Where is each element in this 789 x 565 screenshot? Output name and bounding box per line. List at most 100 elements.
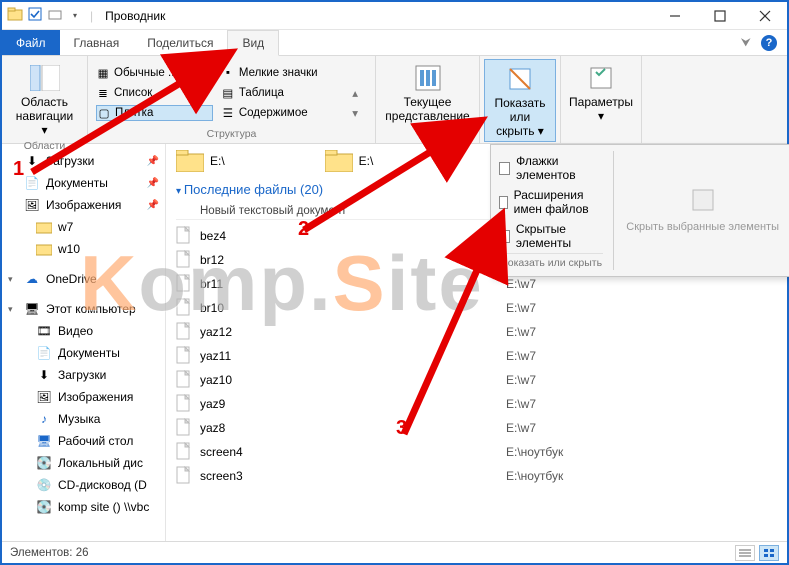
downloads-icon: ⬇ (36, 367, 52, 383)
col-name: Новый текстовый документ (200, 205, 346, 217)
table-row[interactable]: yaz10E:\w7 (176, 368, 787, 392)
folder-icon (176, 150, 204, 172)
nav-documents2[interactable]: 📄Документы (2, 342, 165, 364)
view-icons-button[interactable] (759, 545, 779, 561)
layout-table[interactable]: ▤Таблица (221, 86, 336, 100)
cd-icon: 💿 (36, 477, 52, 493)
file-icon (176, 250, 192, 270)
table-row[interactable]: yaz9E:\w7 (176, 392, 787, 416)
tab-home[interactable]: Главная (60, 30, 134, 55)
navigation-pane-button[interactable]: Область навигации ▾ (6, 59, 83, 140)
options-label: Параметры ▾ (569, 96, 633, 124)
minimize-button[interactable] (652, 2, 697, 30)
nav-documents[interactable]: 📄Документы📌 (2, 172, 165, 194)
video-icon: 🎞 (36, 323, 52, 339)
nav-this-pc[interactable]: 🖥Этот компьютер (2, 298, 165, 320)
checkbox-item-hidden[interactable]: Скрытые элементы (499, 219, 603, 253)
table-row[interactable]: br10E:\w7 (176, 296, 787, 320)
list-icon: ≣ (96, 86, 110, 100)
show-hide-icon (504, 63, 536, 95)
nav-pictures[interactable]: 🖼Изображения📌 (2, 194, 165, 216)
checkbox-item-extensions[interactable]: Расширения имен файлов (499, 185, 603, 219)
nav-downloads[interactable]: ⬇Загрузки📌 (2, 150, 165, 172)
layout-normal[interactable]: ▦Обычные ...чки (96, 66, 213, 80)
documents-icon: 📄 (24, 175, 40, 191)
hide-selected-button[interactable]: Скрыть выбранные элементы (616, 145, 789, 276)
nav-onedrive[interactable]: ☁OneDrive (2, 268, 165, 290)
navigation-pane-icon (29, 62, 61, 94)
table-icon: ▤ (221, 86, 235, 100)
nav-pictures2[interactable]: 🖼Изображения (2, 386, 165, 408)
file-icon (176, 322, 192, 342)
qat-dropdown-icon[interactable]: ▾ (66, 11, 84, 20)
group-caption-layout: Структура (92, 128, 371, 142)
ribbon-collapse-icon[interactable]: ⮟ (741, 35, 751, 50)
pin-icon: 📌 (147, 200, 159, 211)
status-count: 26 (76, 547, 89, 559)
view-details-button[interactable] (735, 545, 755, 561)
layout-scroll-down[interactable]: ▾ (343, 106, 367, 120)
nav-w10[interactable]: w10 (2, 238, 165, 260)
disk-icon: 💽 (36, 455, 52, 471)
tab-share[interactable]: Поделиться (133, 30, 227, 55)
maximize-button[interactable] (697, 2, 742, 30)
folder-tile[interactable]: E:\ (325, 150, 374, 172)
nav-komp[interactable]: 💽komp site () \\vbc (2, 496, 165, 518)
tab-file[interactable]: Файл (2, 30, 60, 55)
show-hide-button[interactable]: Показать или скрыть ▾ (484, 59, 556, 142)
nav-downloads2[interactable]: ⬇Загрузки (2, 364, 165, 386)
nav-cd[interactable]: 💿CD-дисковод (D (2, 474, 165, 496)
folder-tile[interactable]: E:\ (176, 150, 225, 172)
status-count-label: Элементов: (10, 547, 72, 559)
nav-video[interactable]: 🎞Видео (2, 320, 165, 342)
tab-view[interactable]: Вид (227, 30, 279, 56)
checkbox-icon (499, 230, 510, 243)
downloads-icon: ⬇ (24, 153, 40, 169)
onedrive-icon: ☁ (24, 271, 40, 287)
titlebar: ▾ | Проводник (2, 2, 787, 30)
qat-checkbox-icon[interactable] (26, 7, 44, 24)
window-title: Проводник (105, 9, 165, 23)
nav-localdisk[interactable]: 💽Локальный дис (2, 452, 165, 474)
nav-music[interactable]: ♪Музыка (2, 408, 165, 430)
layout-tiles[interactable]: ▢Плитка (96, 105, 213, 121)
music-icon: ♪ (36, 411, 52, 427)
folder-icon (36, 241, 52, 257)
ribbon: Область навигации ▾ Области ▦Обычные ...… (2, 56, 787, 144)
nav-desktop[interactable]: 🖥Рабочий стол (2, 430, 165, 452)
help-icon[interactable]: ? (761, 35, 777, 51)
qat-newfolder-icon[interactable] (46, 7, 64, 24)
close-button[interactable] (742, 2, 787, 30)
current-view-button[interactable]: Текущее представление ▾ (380, 59, 475, 140)
pictures-icon: 🖼 (24, 197, 40, 213)
table-row[interactable]: yaz11E:\w7 (176, 344, 787, 368)
popup-caption: Показать или скрыть (499, 253, 603, 270)
file-icon (176, 442, 192, 462)
layout-content[interactable]: ☰Содержимое (221, 106, 336, 120)
file-icon (176, 466, 192, 486)
navigation-pane-label: Область навигации ▾ (12, 96, 77, 137)
tiles-icon: ▢ (97, 106, 111, 120)
layout-scroll-up[interactable]: ▴ (343, 86, 367, 100)
normal-icons-icon: ▦ (96, 66, 110, 80)
options-icon (585, 62, 617, 94)
status-bar: Элементов: 26 (2, 541, 787, 563)
layout-list[interactable]: ≣Список (96, 86, 213, 100)
table-row[interactable]: screen3E:\ноутбук (176, 464, 787, 488)
folder-icon (325, 150, 353, 172)
layout-small[interactable]: ▪Мелкие значки (221, 66, 336, 80)
content-icon: ☰ (221, 106, 235, 120)
show-hide-label: Показать или скрыть ▾ (491, 97, 549, 138)
file-icon (176, 418, 192, 438)
options-button[interactable]: Параметры ▾ (565, 59, 637, 127)
pin-icon: 📌 (147, 178, 159, 189)
checkbox-item-flags[interactable]: Флажки элементов (499, 151, 603, 185)
current-view-label: Текущее представление ▾ (385, 96, 469, 137)
table-row[interactable]: yaz12E:\w7 (176, 320, 787, 344)
pin-icon: 📌 (147, 156, 159, 167)
table-row[interactable]: screen4E:\ноутбук (176, 440, 787, 464)
table-row[interactable]: yaz8E:\w7 (176, 416, 787, 440)
nav-w7[interactable]: w7 (2, 216, 165, 238)
file-icon (176, 274, 192, 294)
checkbox-icon (499, 196, 508, 209)
